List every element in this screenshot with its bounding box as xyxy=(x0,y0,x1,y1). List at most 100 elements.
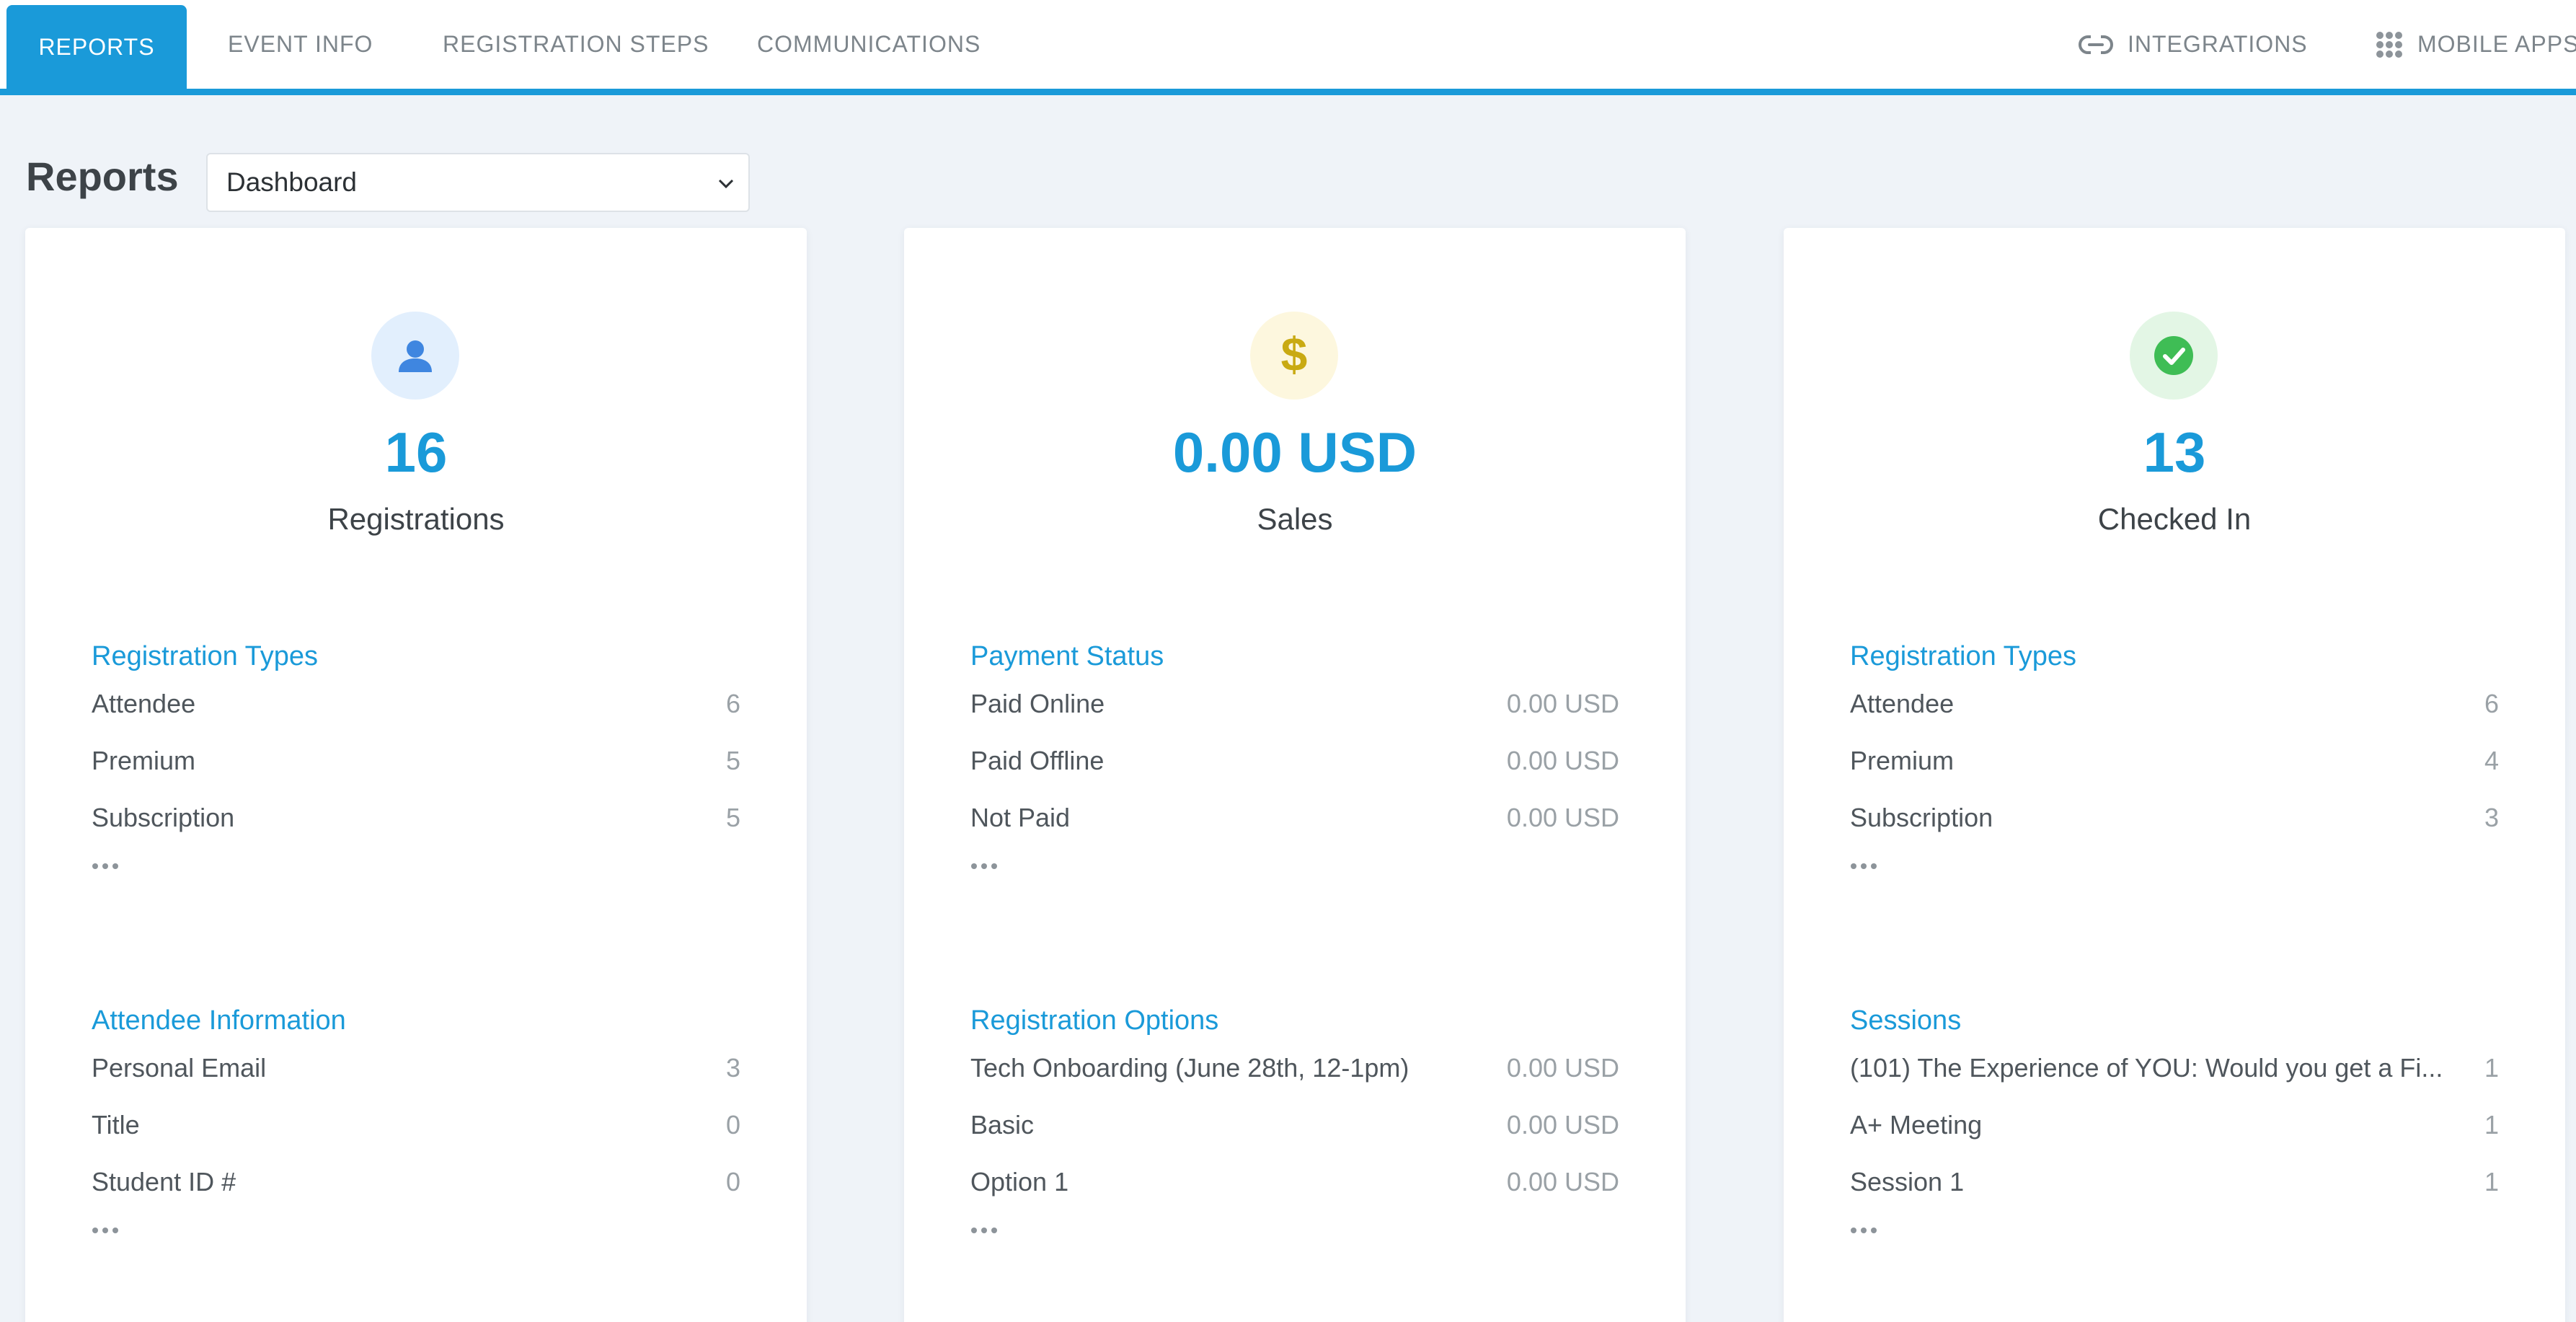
row-label: Paid Offline xyxy=(970,745,1105,775)
list-item: Tech Onboarding (June 28th, 12-1pm) 0.00… xyxy=(970,1039,1619,1096)
list-item: Premium 4 xyxy=(1850,732,2499,789)
list-item: Attendee 6 xyxy=(1850,675,2499,732)
sessions-section: Sessions (101) The Experience of YOU: Wo… xyxy=(1850,1002,2499,1251)
more-icon[interactable] xyxy=(1850,846,2499,886)
dollar-icon: $ xyxy=(1250,312,1338,400)
mobile-apps-label: MOBILE APPS xyxy=(2417,31,2576,57)
top-navigation: REPORTS EVENT INFO REGISTRATION STEPS CO… xyxy=(0,0,2576,95)
svg-text:$: $ xyxy=(1281,330,1308,381)
list-item: Paid Online 0.00 USD xyxy=(970,675,1619,732)
registrations-card: 16 Registrations Registration Types Atte… xyxy=(25,228,807,1322)
list-item: Student ID # 0 xyxy=(92,1153,740,1210)
row-label: Basic xyxy=(970,1109,1035,1140)
tab-reports[interactable]: REPORTS xyxy=(6,5,187,89)
row-value: 3 xyxy=(725,1052,740,1083)
integrations-link[interactable]: INTEGRATIONS xyxy=(2079,0,2308,89)
list-item: Premium 5 xyxy=(92,732,740,789)
checked-in-registration-types-section: Registration Types Attendee 6 Premium 4 … xyxy=(1850,638,2499,886)
row-value: 5 xyxy=(725,745,740,775)
row-value: 1 xyxy=(2484,1109,2499,1140)
row-value: 0 xyxy=(725,1109,740,1140)
row-value: 3 xyxy=(2484,802,2499,832)
sales-card: $ 0.00 USD Sales Payment Status Paid Onl… xyxy=(904,228,1686,1322)
row-label: Option 1 xyxy=(970,1166,1069,1197)
check-circle-icon xyxy=(2130,312,2218,400)
row-label: Student ID # xyxy=(92,1166,236,1197)
row-value: 0.00 USD xyxy=(1506,802,1619,832)
row-label: Premium xyxy=(92,745,196,775)
row-label: A+ Meeting xyxy=(1850,1109,1983,1140)
list-item: Option 1 0.00 USD xyxy=(970,1153,1619,1210)
row-value: 0.00 USD xyxy=(1506,1052,1619,1083)
list-item: Session 1 1 xyxy=(1850,1153,2499,1210)
list-item: Title 0 xyxy=(92,1096,740,1153)
link-icon xyxy=(2079,34,2113,56)
section-title[interactable]: Attendee Information xyxy=(92,1002,740,1039)
registration-types-section: Registration Types Attendee 6 Premium 5 … xyxy=(92,638,740,886)
report-select-value: Dashboard xyxy=(226,167,358,197)
row-value: 1 xyxy=(2484,1166,2499,1197)
user-icon xyxy=(371,312,459,400)
list-item: Personal Email 3 xyxy=(92,1039,740,1096)
row-value: 0 xyxy=(725,1166,740,1197)
section-title[interactable]: Payment Status xyxy=(970,638,1619,675)
mobile-apps-link[interactable]: MOBILE APPS xyxy=(2376,0,2576,89)
list-item: Paid Offline 0.00 USD xyxy=(970,732,1619,789)
row-label: (101) The Experience of YOU: Would you g… xyxy=(1850,1052,2443,1083)
list-item: Not Paid 0.00 USD xyxy=(970,789,1619,846)
row-label: Session 1 xyxy=(1850,1166,1965,1197)
registration-options-section: Registration Options Tech Onboarding (Ju… xyxy=(970,1002,1619,1251)
section-title[interactable]: Registration Types xyxy=(1850,638,2499,675)
tab-communications[interactable]: COMMUNICATIONS xyxy=(757,0,981,89)
row-value: 6 xyxy=(2484,688,2499,718)
checked-in-label: Checked In xyxy=(2097,502,2252,536)
row-value: 6 xyxy=(725,688,740,718)
row-label: Subscription xyxy=(1850,802,1993,832)
row-label: Premium xyxy=(1850,745,1955,775)
checked-in-card: 13 Checked In Registration Types Attende… xyxy=(1784,228,2565,1322)
list-item: (101) The Experience of YOU: Would you g… xyxy=(1850,1039,2499,1096)
more-icon[interactable] xyxy=(1850,1210,2499,1251)
tab-registration-steps[interactable]: REGISTRATION STEPS xyxy=(443,0,709,89)
attendee-information-section: Attendee Information Personal Email 3 Ti… xyxy=(92,1002,740,1251)
row-label: Not Paid xyxy=(970,802,1071,832)
list-item: Attendee 6 xyxy=(92,675,740,732)
list-item: Subscription 5 xyxy=(92,789,740,846)
row-label: Title xyxy=(92,1109,140,1140)
tab-label: EVENT INFO xyxy=(228,31,373,57)
more-icon[interactable] xyxy=(92,1210,740,1251)
list-item: Subscription 3 xyxy=(1850,789,2499,846)
row-label: Subscription xyxy=(92,802,235,832)
row-value: 0.00 USD xyxy=(1506,1166,1619,1197)
row-value: 0.00 USD xyxy=(1506,1109,1619,1140)
chevron-down-icon xyxy=(714,172,738,196)
registrations-label: Registrations xyxy=(327,502,505,536)
tab-label: REGISTRATION STEPS xyxy=(443,31,709,57)
grid-icon xyxy=(2376,31,2403,58)
row-value: 0.00 USD xyxy=(1506,688,1619,718)
page-title: Reports xyxy=(26,154,179,199)
more-icon[interactable] xyxy=(970,1210,1619,1251)
row-value: 0.00 USD xyxy=(1506,745,1619,775)
sales-total: 0.00 USD xyxy=(1172,420,1417,484)
list-item: A+ Meeting 1 xyxy=(1850,1096,2499,1153)
row-value: 1 xyxy=(2484,1052,2499,1083)
tab-label: COMMUNICATIONS xyxy=(757,31,981,57)
more-icon[interactable] xyxy=(970,846,1619,886)
more-icon[interactable] xyxy=(92,846,740,886)
section-title[interactable]: Sessions xyxy=(1850,1002,2499,1039)
section-title[interactable]: Registration Types xyxy=(92,638,740,675)
row-label: Attendee xyxy=(92,688,196,718)
payment-status-section: Payment Status Paid Online 0.00 USD Paid… xyxy=(970,638,1619,886)
registrations-count: 16 xyxy=(384,420,448,484)
checked-in-count: 13 xyxy=(2143,420,2206,484)
row-label: Paid Online xyxy=(970,688,1105,718)
report-select[interactable]: Dashboard xyxy=(206,153,750,212)
row-label: Personal Email xyxy=(92,1052,267,1083)
row-value: 5 xyxy=(725,802,740,832)
row-label: Attendee xyxy=(1850,688,1955,718)
tab-event-info[interactable]: EVENT INFO xyxy=(228,0,373,89)
section-title[interactable]: Registration Options xyxy=(970,1002,1619,1039)
row-label: Tech Onboarding (June 28th, 12-1pm) xyxy=(970,1052,1409,1083)
sales-label: Sales xyxy=(1257,502,1333,536)
